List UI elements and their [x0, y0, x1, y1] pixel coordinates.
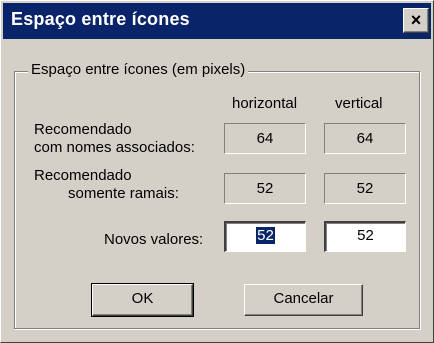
column-header-horizontal: horizontal	[232, 95, 298, 112]
close-icon: ×	[410, 10, 422, 30]
dialog-window: Espaço entre ícones × Espaço entre ícone…	[0, 0, 434, 343]
ok-button[interactable]: OK	[91, 283, 194, 317]
new-horizontal-value: 52	[256, 227, 275, 244]
cancel-button-label: Cancelar	[273, 290, 334, 307]
groupbox-label: Espaço entre ícones (em pixels)	[28, 61, 249, 78]
ok-button-label: OK	[131, 290, 154, 307]
recommended-names-label: Recomendado com nomes associados:	[34, 121, 195, 157]
recommended-branches-label: Recomendado somente ramais:	[34, 167, 179, 203]
column-header-vertical: vertical	[335, 95, 383, 112]
recommended-branches-label-line2: somente ramais:	[68, 185, 179, 202]
cancel-button[interactable]: Cancelar	[244, 284, 363, 316]
recommended-branches-label-line1: Recomendado	[34, 167, 132, 184]
recommended-names-vertical-field: 64	[324, 123, 406, 154]
recommended-branches-horizontal-field: 52	[224, 173, 306, 204]
recommended-names-horizontal-field: 64	[224, 123, 306, 154]
recommended-names-label-line1: Recomendado	[34, 121, 132, 138]
title-bar[interactable]: Espaço entre ícones ×	[3, 3, 431, 39]
dialog-title: Espaço entre ícones	[11, 9, 190, 29]
new-horizontal-input[interactable]: 52	[224, 221, 306, 252]
new-vertical-input[interactable]: 52	[324, 221, 406, 252]
close-button[interactable]: ×	[403, 8, 429, 33]
new-values-label: Novos valores:	[104, 231, 204, 248]
recommended-names-label-line2: com nomes associados:	[34, 139, 195, 156]
recommended-branches-vertical-field: 52	[324, 173, 406, 204]
